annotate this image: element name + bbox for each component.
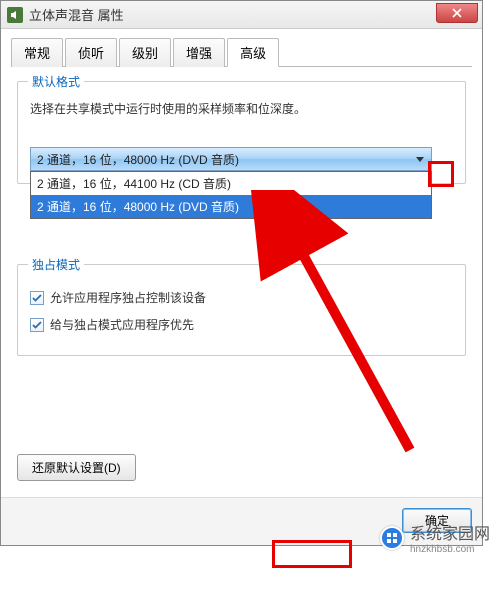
format-combo-wrap: 2 通道，16 位，48000 Hz (DVD 音质) 2 通道，16 位，44… — [30, 147, 432, 171]
watermark: 系统家园网 hnzkhbsb.com — [380, 520, 490, 555]
default-format-desc: 选择在共享模式中运行时使用的采样频率和位深度。 — [30, 100, 453, 117]
watermark-logo-icon — [380, 526, 404, 550]
tab-enhance[interactable]: 增强 — [173, 38, 225, 67]
tab-listen[interactable]: 侦听 — [65, 38, 117, 67]
tab-general[interactable]: 常规 — [11, 38, 63, 67]
chevron-down-icon — [416, 157, 424, 162]
body: 常规 侦听 级别 增强 高级 默认格式 选择在共享模式中运行时使用的采样频率和位… — [1, 29, 482, 497]
watermark-text-wrap: 系统家园网 hnzkhbsb.com — [410, 520, 490, 555]
tab-levels[interactable]: 级别 — [119, 38, 171, 67]
sound-icon — [7, 7, 23, 23]
format-dropdown: 2 通道，16 位，44100 Hz (CD 音质) 2 通道，16 位，480… — [30, 171, 432, 219]
restore-defaults-button[interactable]: 还原默认设置(D) — [17, 454, 136, 481]
combo-arrow-zone[interactable] — [409, 148, 431, 170]
tab-content: 默认格式 选择在共享模式中运行时使用的采样频率和位深度。 2 通道，16 位，4… — [11, 67, 472, 487]
tab-strip: 常规 侦听 级别 增强 高级 — [11, 37, 472, 67]
chk-label-2: 给与独占模式应用程序优先 — [50, 316, 194, 333]
combo-value: 2 通道，16 位，48000 Hz (DVD 音质) — [37, 151, 239, 168]
default-format-group: 默认格式 选择在共享模式中运行时使用的采样频率和位深度。 2 通道，16 位，4… — [17, 81, 466, 184]
chk-row-1: 允许应用程序独占控制该设备 — [30, 289, 453, 306]
checkbox-allow-exclusive[interactable] — [30, 291, 44, 305]
titlebar: 立体声混音 属性 — [1, 1, 482, 29]
exclusive-mode-group: 独占模式 允许应用程序独占控制该设备 给与独占模式应用程序优先 — [17, 264, 466, 356]
chk-label-1: 允许应用程序独占控制该设备 — [50, 289, 206, 306]
group-title-exclusive: 独占模式 — [28, 256, 84, 273]
dropdown-option-1[interactable]: 2 通道，16 位，48000 Hz (DVD 音质) — [31, 195, 431, 218]
watermark-text: 系统家园网 — [410, 526, 490, 543]
checkbox-exclusive-priority[interactable] — [30, 318, 44, 332]
group-title-default: 默认格式 — [28, 73, 84, 90]
window-title: 立体声混音 属性 — [29, 5, 124, 24]
close-button[interactable] — [436, 3, 478, 23]
format-combobox[interactable]: 2 通道，16 位，48000 Hz (DVD 音质) — [30, 147, 432, 171]
dropdown-option-0[interactable]: 2 通道，16 位，44100 Hz (CD 音质) — [31, 172, 431, 195]
chk-row-2: 给与独占模式应用程序优先 — [30, 316, 453, 333]
properties-window: 立体声混音 属性 常规 侦听 级别 增强 高级 默认格式 选择在共享模式中运行时… — [0, 0, 483, 546]
tab-advanced[interactable]: 高级 — [227, 38, 279, 67]
watermark-url: hnzkhbsb.com — [410, 544, 490, 555]
